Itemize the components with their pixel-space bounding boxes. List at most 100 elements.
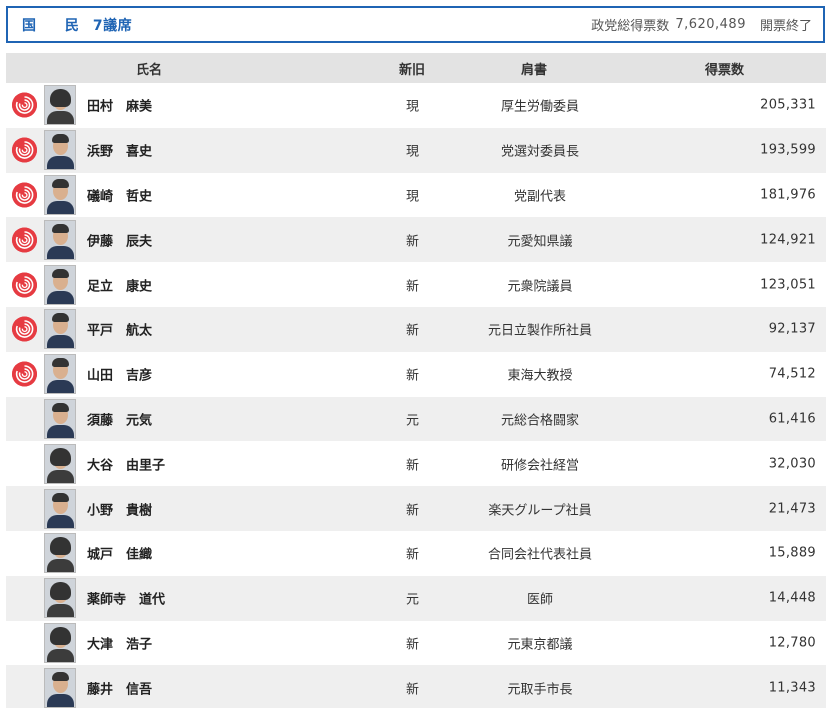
candidate-title: 党副代表: [513, 189, 567, 205]
candidate-title: 元取手市長: [507, 682, 573, 698]
table-row: 伊藤 辰夫 新 元愛知県議 124,921: [6, 217, 826, 263]
candidate-name: 浜野 喜史: [87, 144, 153, 160]
candidate-newold: 新: [406, 368, 420, 384]
candidate-table: 氏名 新旧 肩書 得票数 田村 麻美現厚生労働委員 205,331 浜野 喜史現党選…: [6, 53, 826, 708]
candidate-newold: 元: [406, 592, 420, 608]
candidate-photo: [44, 578, 76, 619]
candidate-title: 元総合格闘家: [500, 413, 580, 429]
table-row: 山田 吉彦 新 東海大教授 74,512: [6, 352, 826, 397]
table-row: 薬師寺 道代 元 医師 14,448: [6, 575, 826, 621]
candidate-newold: 新: [406, 323, 420, 339]
candidate-votes: 15,889: [768, 545, 816, 561]
column-header-name: 氏名: [136, 62, 163, 78]
party-summary-header: 国 民 7議席 政党総得票数 7,620,489 開票終了: [6, 6, 825, 43]
table-header: 氏名 新旧 肩書 得票数: [6, 53, 826, 83]
candidate-votes: 21,473: [768, 501, 816, 517]
elected-rose-icon: [12, 227, 37, 253]
table-row: 足立 康史 新 元衆院議員 123,051: [6, 262, 826, 307]
party-vote-info: 政党総得票数 7,620,489 開票終了: [591, 15, 812, 34]
candidate-name: 城戸 佳織: [87, 547, 153, 563]
candidate-photo: [44, 130, 76, 171]
table-row: 藤井 信吾 新 元取手市長 11,343: [6, 665, 826, 708]
candidate-name: 大津 浩子: [87, 637, 153, 653]
candidate-newold: 新: [406, 682, 420, 698]
elected-rose-icon: [12, 272, 37, 298]
candidate-votes: 123,051: [760, 277, 816, 293]
candidate-photo: [44, 264, 76, 305]
candidate-title: 楽天グループ社員: [488, 503, 592, 519]
table-row: 平戸 航太 新 元日立製作所社員 92,137: [6, 306, 826, 352]
candidate-name: 藤井 信吾: [87, 682, 153, 698]
candidate-title: 元愛知県議: [507, 234, 573, 250]
candidate-title: 元東京都議: [507, 637, 573, 653]
candidate-votes: 124,921: [760, 232, 816, 248]
candidate-newold: 現: [406, 99, 420, 115]
candidate-votes: 12,780: [768, 635, 816, 651]
candidate-photo: [44, 622, 76, 663]
party-info: 国 民 7議席: [22, 15, 132, 35]
candidate-votes: 193,599: [760, 142, 816, 158]
candidate-photo: [44, 354, 76, 395]
elected-rose-icon: [12, 92, 37, 118]
table-row: 城戸 佳織 新 合同会社代表社員 15,889: [6, 531, 826, 576]
count-status: 開票終了: [759, 19, 812, 34]
candidate-votes: 74,512: [768, 366, 816, 382]
candidate-title: 医師: [526, 592, 554, 608]
elected-rose-icon: [12, 137, 37, 163]
candidate-newold: 新: [406, 458, 420, 474]
party-seats: 7議席: [92, 17, 133, 34]
candidate-name: 山田 吉彦: [87, 368, 153, 384]
table-row: 須藤 元気 元 元総合格闘家 61,416: [6, 396, 826, 442]
candidate-name: 大谷 由里子: [87, 458, 166, 474]
candidate-title: 合同会社代表社員: [487, 547, 593, 563]
candidate-votes: 32,030: [768, 456, 816, 472]
candidate-title: 東海大教授: [507, 368, 573, 384]
candidate-newold: 現: [406, 189, 420, 205]
total-votes-label: 政党総得票数: [591, 19, 670, 34]
candidate-votes: 92,137: [768, 321, 816, 337]
candidate-votes: 181,976: [760, 187, 816, 203]
candidate-votes: 11,343: [768, 680, 816, 696]
party-name: 国 民: [22, 17, 91, 34]
table-row: 礒崎 哲史 現 党副代表 181,976: [6, 173, 826, 218]
candidate-photo: [44, 533, 76, 574]
candidate-photo: [44, 443, 76, 484]
candidate-title: 元衆院議員: [507, 279, 573, 295]
candidate-name: 礒崎 哲史: [87, 189, 153, 205]
candidate-votes: 14,448: [768, 590, 816, 606]
candidate-newold: 新: [406, 503, 420, 519]
candidate-name: 足立 康史: [87, 279, 153, 295]
candidate-photo: [44, 309, 76, 350]
candidate-photo: [44, 488, 76, 529]
candidate-votes: 205,331: [760, 97, 816, 113]
candidate-name: 薬師寺 道代: [87, 592, 166, 608]
candidate-name: 小野 貴樹: [87, 503, 153, 519]
table-row: 浜野 喜史 現 党選対委員長 193,599: [6, 127, 826, 173]
elected-rose-icon: [12, 182, 37, 208]
candidate-title: 元日立製作所社員: [487, 323, 593, 339]
candidate-photo: [44, 85, 76, 126]
candidate-votes: 61,416: [768, 411, 816, 427]
candidate-newold: 元: [406, 413, 420, 429]
elected-rose-icon: [12, 361, 37, 387]
candidate-newold: 新: [406, 279, 420, 295]
candidate-newold: 新: [406, 637, 420, 653]
candidate-name: 平戸 航太: [87, 323, 153, 339]
candidate-photo: [44, 398, 76, 439]
candidate-title: 厚生労働委員: [500, 99, 580, 115]
table-body: 田村 麻美現厚生労働委員 205,331 浜野 喜史現党選対委員長 193,599 礒崎…: [6, 83, 826, 708]
elected-rose-icon: [12, 316, 37, 342]
table-row: 田村 麻美 現 厚生労働委員 205,331: [6, 83, 826, 128]
candidate-photo: [44, 219, 76, 260]
candidate-name: 伊藤 辰夫: [87, 234, 153, 250]
candidate-photo: [44, 174, 76, 215]
total-votes-value: 7,620,489: [675, 17, 746, 32]
column-header-votes: 得票数: [705, 62, 745, 78]
candidate-newold: 新: [406, 234, 420, 250]
column-header-title: 肩書: [521, 62, 548, 78]
candidate-newold: 新: [406, 547, 420, 563]
table-row: 大津 浩子 新 元東京都議 12,780: [6, 621, 826, 666]
column-header-newold: 新旧: [399, 62, 426, 78]
table-row: 小野 貴樹 新 楽天グループ社員 21,473: [6, 486, 826, 531]
candidate-photo: [44, 667, 76, 708]
